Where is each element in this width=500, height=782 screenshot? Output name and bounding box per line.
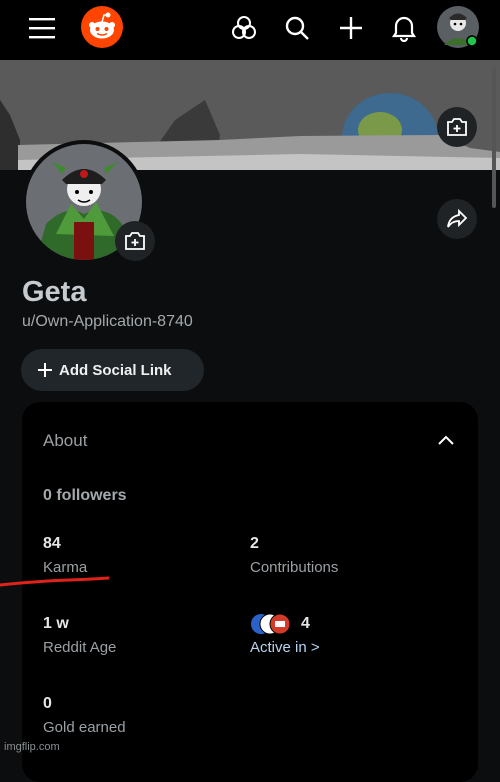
edit-avatar-button[interactable] [115, 221, 155, 261]
notifications-icon[interactable] [389, 12, 419, 44]
share-button[interactable] [437, 199, 477, 239]
camera-plus-icon [125, 232, 145, 250]
contributions-value: 2 [250, 535, 259, 552]
top-bar [0, 0, 500, 60]
contributions-label: Contributions [250, 559, 339, 576]
gold-label: Gold earned [43, 719, 126, 736]
reddit-age-value: 1 w [43, 615, 69, 632]
plus-icon [38, 363, 52, 377]
active-in-avatars[interactable] [250, 612, 294, 636]
explore-icon[interactable] [229, 13, 259, 43]
about-card: About 0 followers 84 Karma 2 Contributio… [22, 402, 478, 782]
red-underline-annotation [0, 576, 110, 587]
share-icon [447, 209, 468, 228]
reddit-age-label: Reddit Age [43, 639, 117, 656]
active-in-link[interactable]: Active in > [250, 639, 320, 656]
karma-label: Karma [43, 559, 88, 576]
display-name: Geta [22, 276, 87, 308]
add-social-link-label: Add Social Link [59, 361, 172, 379]
edit-banner-button[interactable] [437, 107, 477, 147]
username: u/Own-Application-8740 [22, 313, 193, 330]
about-title: About [43, 431, 88, 450]
add-social-link-button[interactable]: Add Social Link [21, 349, 204, 391]
active-in-value: 4 [301, 615, 310, 632]
karma-value: 84 [43, 535, 61, 552]
gold-value: 0 [43, 695, 52, 712]
watermark: imgflip.com [4, 741, 60, 753]
reddit-logo[interactable] [80, 5, 124, 49]
camera-plus-icon [447, 118, 467, 136]
collapse-button[interactable] [438, 432, 454, 450]
chevron-up-icon [438, 435, 454, 445]
menu-icon[interactable] [26, 14, 58, 42]
scrollbar[interactable] [492, 68, 496, 208]
create-icon[interactable] [336, 13, 366, 43]
followers-count[interactable]: 0 followers [43, 487, 127, 505]
search-icon[interactable] [282, 13, 312, 43]
user-avatar[interactable] [436, 5, 480, 49]
